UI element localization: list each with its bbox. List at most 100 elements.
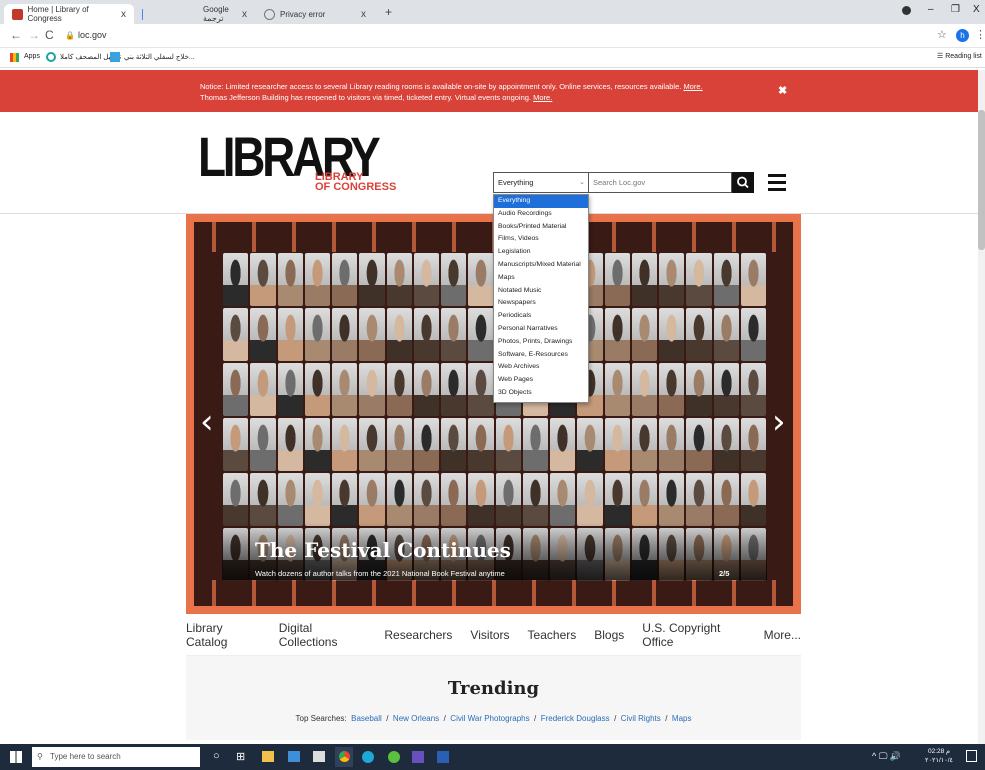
- loc-logo-wordmark[interactable]: LIBRARY OF CONGRESS: [315, 172, 396, 193]
- dropdown-option[interactable]: Web Pages: [494, 374, 588, 387]
- trending-link[interactable]: Civil Rights: [621, 714, 661, 723]
- maximize-button[interactable]: ❐: [951, 4, 960, 15]
- dropdown-option[interactable]: Photos, Prints, Drawings: [494, 336, 588, 349]
- nav-researchers[interactable]: Researchers: [384, 628, 452, 642]
- dropdown-option[interactable]: 3D Objects: [494, 387, 588, 400]
- trending-link[interactable]: Frederick Douglass: [541, 714, 610, 723]
- dropdown-option[interactable]: Software, E-Resources: [494, 349, 588, 362]
- notice-more-link-2[interactable]: More.: [533, 93, 552, 102]
- windows-start-icon[interactable]: [10, 751, 22, 763]
- dropdown-option[interactable]: Personal Narratives: [494, 323, 588, 336]
- author-photo: [332, 253, 358, 306]
- author-photo: [631, 253, 657, 306]
- notifications-icon[interactable]: [966, 750, 977, 762]
- back-arrow-icon[interactable]: ←: [10, 28, 22, 42]
- bookmark-arabic-1[interactable]: خلاج لسفلي التلاثة بني...: [124, 53, 195, 61]
- close-tab-icon[interactable]: x: [242, 9, 247, 20]
- edge-icon[interactable]: [362, 751, 374, 763]
- notice-more-link-1[interactable]: More.: [683, 82, 702, 91]
- taskbar-search-input[interactable]: ⚲ Type here to search: [32, 747, 200, 767]
- author-photo: [223, 308, 249, 361]
- search-scope-select[interactable]: Everything ⌄: [493, 172, 589, 193]
- nav-library-catalog[interactable]: Library Catalog: [186, 621, 261, 649]
- task-view-icon[interactable]: ○: [213, 750, 220, 762]
- dropdown-option[interactable]: Everything: [494, 195, 588, 208]
- bookmark-star-icon[interactable]: ☆: [937, 28, 947, 41]
- carousel-title[interactable]: The Festival Continues: [255, 538, 511, 562]
- author-photo: [659, 418, 685, 471]
- clock[interactable]: 02:28 م ٢٠٢١/١٠/٤: [925, 747, 953, 765]
- trending-link[interactable]: New Orleans: [393, 714, 439, 723]
- dropdown-option[interactable]: Web Archives: [494, 361, 588, 374]
- dropdown-option[interactable]: Legislation: [494, 246, 588, 259]
- author-photo: [740, 308, 766, 361]
- new-tab-button[interactable]: +: [385, 5, 392, 19]
- nav-copyright-office[interactable]: U.S. Copyright Office: [642, 621, 745, 649]
- reload-icon[interactable]: C: [45, 28, 54, 42]
- dropdown-option[interactable]: Audio Recordings: [494, 208, 588, 221]
- dropdown-option[interactable]: Periodicals: [494, 310, 588, 323]
- hamburger-menu-icon[interactable]: [768, 174, 786, 191]
- tab-library-of-congress[interactable]: Home | Library of Congress x: [4, 4, 134, 24]
- dropdown-option[interactable]: Books/Printed Material: [494, 221, 588, 234]
- browser-menu-icon[interactable]: ⋮: [975, 28, 985, 41]
- chrome-taskbar-button[interactable]: [335, 747, 353, 767]
- author-photo: [332, 308, 358, 361]
- reading-list-button[interactable]: ☰ Reading list: [937, 52, 982, 60]
- tab-translate-icon-only[interactable]: [134, 4, 156, 24]
- nav-visitors[interactable]: Visitors: [470, 628, 509, 642]
- system-tray-icons[interactable]: ^ 🖵 🔊: [872, 751, 901, 762]
- trending-link[interactable]: Civil War Photographs: [450, 714, 529, 723]
- widgets-icon[interactable]: ⊞: [236, 750, 245, 763]
- trending-link[interactable]: Baseball: [351, 714, 382, 723]
- shopping-bag-icon[interactable]: [313, 751, 325, 762]
- url-input[interactable]: loc.gov: [78, 30, 107, 40]
- author-photo: [304, 253, 330, 306]
- search-scope-value: Everything: [498, 178, 534, 187]
- app-icon[interactable]: [388, 751, 400, 763]
- dropdown-option[interactable]: Newspapers: [494, 297, 588, 310]
- page-scrollbar[interactable]: [978, 70, 985, 744]
- tab-privacy-error[interactable]: Privacy error x: [256, 4, 374, 24]
- dropdown-option[interactable]: Maps: [494, 272, 588, 285]
- author-photo: [332, 473, 358, 526]
- author-photo: [441, 418, 467, 471]
- word-icon[interactable]: [437, 751, 449, 763]
- nav-blogs[interactable]: Blogs: [594, 628, 624, 642]
- store-icon[interactable]: [288, 751, 300, 762]
- author-photo: [713, 363, 739, 416]
- profile-avatar[interactable]: h: [956, 29, 969, 42]
- search-input[interactable]: [589, 172, 732, 193]
- teams-icon[interactable]: [412, 751, 424, 763]
- close-window-button[interactable]: X: [973, 4, 980, 15]
- forward-arrow-icon[interactable]: →: [28, 28, 40, 42]
- author-photo: [577, 418, 603, 471]
- google-translate-favicon-icon: [142, 8, 143, 20]
- notice-close-button[interactable]: ✖: [778, 84, 787, 97]
- lock-icon[interactable]: 🔒: [65, 31, 75, 40]
- nav-more[interactable]: More...: [764, 628, 801, 642]
- account-circle-icon[interactable]: [902, 6, 911, 15]
- nav-teachers[interactable]: Teachers: [528, 628, 577, 642]
- close-tab-icon[interactable]: x: [361, 9, 366, 20]
- trending-link[interactable]: Maps: [672, 714, 692, 723]
- dropdown-option[interactable]: Films, Videos: [494, 233, 588, 246]
- author-photo: [550, 473, 576, 526]
- minimize-button[interactable]: –: [928, 4, 934, 15]
- tab-google-translate[interactable]: Google ترجمة x: [195, 4, 255, 24]
- file-explorer-icon[interactable]: [262, 751, 274, 762]
- search-button[interactable]: [732, 172, 754, 193]
- author-photo: [359, 473, 385, 526]
- author-photo: [277, 253, 303, 306]
- dropdown-option[interactable]: Manuscripts/Mixed Material: [494, 259, 588, 272]
- dropdown-option[interactable]: Notated Music: [494, 285, 588, 298]
- close-tab-icon[interactable]: x: [121, 9, 126, 20]
- carousel-next-chevron-icon[interactable]: ›: [772, 402, 786, 442]
- scrollbar-thumb[interactable]: [978, 110, 985, 250]
- author-photo: [577, 473, 603, 526]
- nav-digital-collections[interactable]: Digital Collections: [279, 621, 367, 649]
- carousel-prev-chevron-icon[interactable]: ‹: [200, 402, 214, 442]
- author-photo: [468, 253, 494, 306]
- taskbar-search-placeholder: Type here to search: [50, 752, 121, 761]
- bookmark-apps[interactable]: Apps: [24, 53, 40, 60]
